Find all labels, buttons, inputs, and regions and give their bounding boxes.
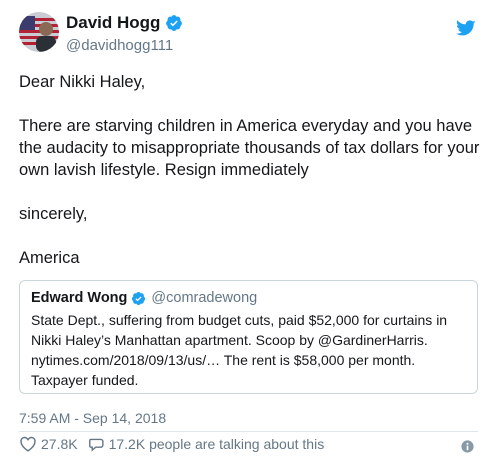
tweet-paragraph: Dear Nikki Haley, <box>19 73 146 91</box>
embedded-tweet: David Hogg @davidhogg111 Dear Nikki Hale… <box>0 0 495 467</box>
avatar[interactable] <box>19 12 59 52</box>
quoted-author-handle: @comradewong <box>151 290 258 306</box>
tweet-timestamp[interactable]: 7:59 AM - Sep 14, 2018 <box>19 410 166 426</box>
quoted-tweet-header: Edward Wong @comradewong <box>31 290 466 306</box>
like-count: 27.8K <box>41 436 78 452</box>
twitter-bird-icon[interactable] <box>456 20 476 37</box>
speech-bubble-icon <box>88 438 104 452</box>
divider <box>19 431 478 432</box>
conversation-count: 17.2K people are talking about this <box>108 436 325 452</box>
tweet-paragraph: There are starving children in America e… <box>19 117 480 179</box>
author-handle[interactable]: @davidhogg111 <box>66 37 173 54</box>
quoted-author-name: Edward Wong <box>31 290 128 306</box>
tweet-paragraph: sincerely, <box>19 205 88 223</box>
verified-badge-icon <box>166 15 183 31</box>
reply-button[interactable]: 17.2K people are talking about this <box>88 436 325 452</box>
quoted-tweet-text: State Dept., suffering from budget cuts,… <box>31 312 448 388</box>
like-button[interactable]: 27.8K <box>19 436 78 452</box>
quoted-tweet[interactable]: Edward Wong @comradewong State Dept., su… <box>19 280 478 394</box>
tweet-text: Dear Nikki Haley, There are starving chi… <box>19 71 481 269</box>
author-name[interactable]: David Hogg <box>66 13 183 33</box>
heart-icon <box>20 436 36 452</box>
tweet-actions: 27.8K 17.2K people are talking about thi… <box>19 436 334 452</box>
verified-badge-icon <box>132 291 146 305</box>
author-display-name[interactable]: David Hogg <box>66 13 160 33</box>
tweet-paragraph: America <box>19 249 80 267</box>
info-icon[interactable] <box>461 440 474 453</box>
